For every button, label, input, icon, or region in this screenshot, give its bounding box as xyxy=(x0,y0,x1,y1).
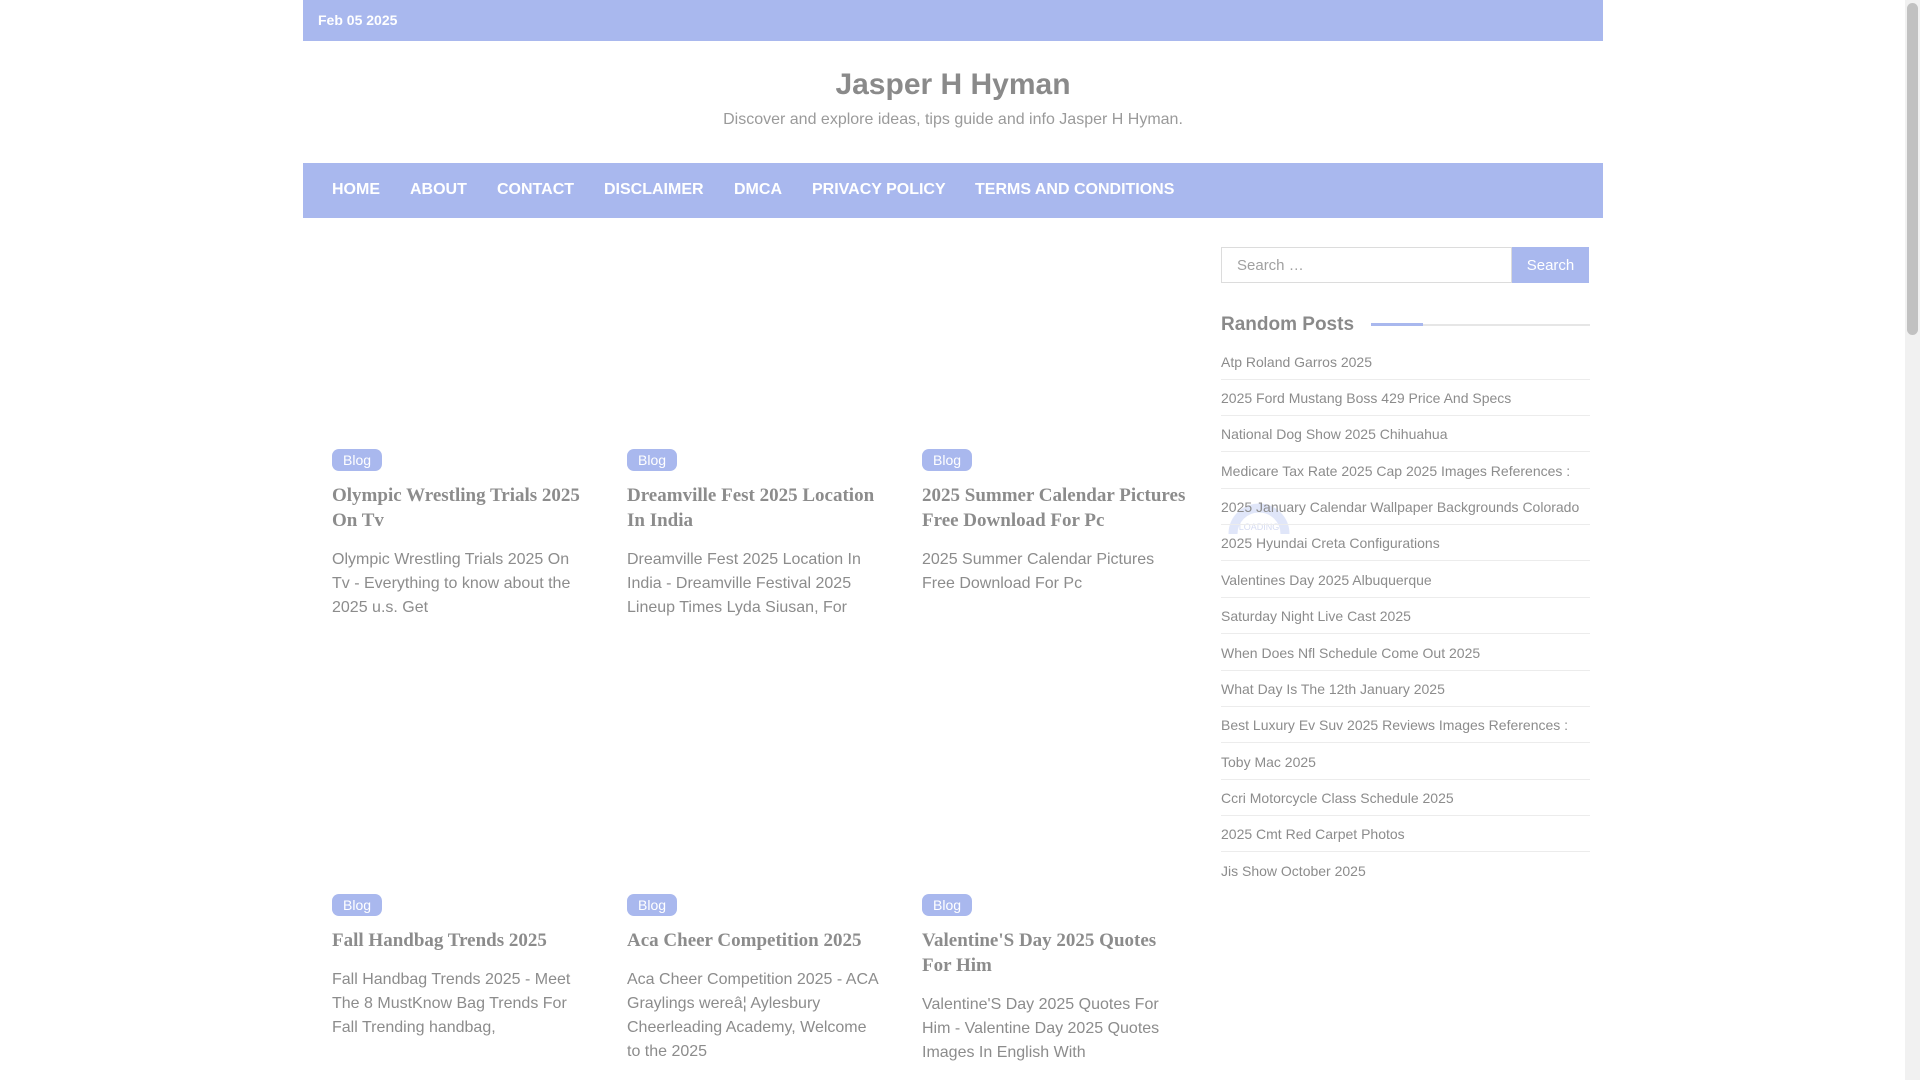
category-badge[interactable]: Blog xyxy=(332,894,383,916)
main-navigation: HOME ABOUT CONTACT DISCLAIMER DMCA PRIVA… xyxy=(303,163,1603,218)
random-post-link[interactable]: Saturday Night Live Cast 2025 xyxy=(1221,598,1590,634)
nav-terms-and-conditions[interactable]: TERMS AND CONDITIONS xyxy=(975,181,1174,199)
post-excerpt: Valentine'S Day 2025 Quotes For Him - Va… xyxy=(922,996,1160,1061)
category-badge[interactable]: Blog xyxy=(922,894,973,916)
nav-disclaimer[interactable]: DISCLAIMER xyxy=(604,181,704,199)
post-excerpt: Fall Handbag Trends 2025 - Meet The 8 Mu… xyxy=(332,971,571,1036)
post-title[interactable]: Aca Cheer Competition 2025 xyxy=(627,928,892,953)
site-description: Discover and explore ideas, tips guide a… xyxy=(723,111,1183,128)
search-input[interactable] xyxy=(1221,247,1512,283)
post-title[interactable]: Valentine'S Day 2025 Quotes For Him xyxy=(922,928,1187,978)
page-wrapper: Feb 05 2025 Jasper H Hyman Discover and … xyxy=(303,0,1603,1080)
random-post-link[interactable]: Atp Roland Garros 2025 xyxy=(1221,344,1590,380)
post-title[interactable]: Dreamville Fest 2025 Location In India xyxy=(627,483,892,533)
top-bar: Feb 05 2025 xyxy=(303,0,1603,41)
nav-dmca[interactable]: DMCA xyxy=(734,181,782,199)
random-post-link[interactable]: 2025 January Calendar Wallpaper Backgrou… xyxy=(1221,489,1590,525)
random-post-link[interactable]: 2025 Cmt Red Carpet Photos xyxy=(1221,816,1590,852)
scrollbar-thumb[interactable] xyxy=(1907,3,1918,335)
post-excerpt: 2025 Summer Calendar Pictures Free Downl… xyxy=(922,551,1155,592)
random-post-link[interactable]: Medicare Tax Rate 2025 Cap 2025 Images R… xyxy=(1221,453,1590,489)
post-title[interactable]: 2025 Summer Calendar Pictures Free Downl… xyxy=(922,483,1187,533)
nav-privacy-policy[interactable]: PRIVACY POLICY xyxy=(812,181,946,199)
category-badge[interactable]: Blog xyxy=(627,894,678,916)
random-post-link[interactable]: What Day Is The 12th January 2025 xyxy=(1221,671,1590,707)
random-posts-title: Random Posts xyxy=(1221,314,1355,335)
post-excerpt: Dreamville Fest 2025 Location In India -… xyxy=(627,551,861,616)
random-post-link[interactable]: When Does Nfl Schedule Come Out 2025 xyxy=(1221,635,1590,671)
nav-home[interactable]: HOME xyxy=(332,181,380,199)
random-post-link[interactable]: Best Luxury Ev Suv 2025 Reviews Images R… xyxy=(1221,707,1590,743)
post-excerpt: Aca Cheer Competition 2025 - ACA Graylin… xyxy=(627,971,878,1060)
category-badge[interactable]: Blog xyxy=(922,449,973,471)
category-badge[interactable]: Blog xyxy=(627,449,678,471)
post-excerpt: Olympic Wrestling Trials 2025 On Tv - Ev… xyxy=(332,551,571,616)
random-post-link[interactable]: Ccri Motorcycle Class Schedule 2025 xyxy=(1221,780,1590,816)
post-title[interactable]: Fall Handbag Trends 2025 xyxy=(332,928,597,953)
search-button[interactable]: Search xyxy=(1512,247,1589,283)
post-title[interactable]: Olympic Wrestling Trials 2025 On Tv xyxy=(332,483,597,533)
random-post-link[interactable]: Valentines Day 2025 Albuquerque xyxy=(1221,562,1590,598)
widget-title-accent xyxy=(1371,323,1423,326)
random-post-link[interactable]: 2025 Hyundai Creta Configurations xyxy=(1221,525,1590,561)
random-post-link[interactable]: National Dog Show 2025 Chihuahua xyxy=(1221,416,1590,452)
category-badge[interactable]: Blog xyxy=(332,449,383,471)
site-title[interactable]: Jasper H Hyman xyxy=(303,68,1603,102)
nav-contact[interactable]: CONTACT xyxy=(497,181,574,199)
current-date: Feb 05 2025 xyxy=(318,12,398,28)
nav-about[interactable]: ABOUT xyxy=(410,181,467,199)
random-post-link[interactable]: Jis Show October 2025 xyxy=(1221,853,1590,889)
random-post-link[interactable]: Toby Mac 2025 xyxy=(1221,744,1590,780)
random-post-link[interactable]: 2025 Ford Mustang Boss 429 Price And Spe… xyxy=(1221,380,1590,416)
